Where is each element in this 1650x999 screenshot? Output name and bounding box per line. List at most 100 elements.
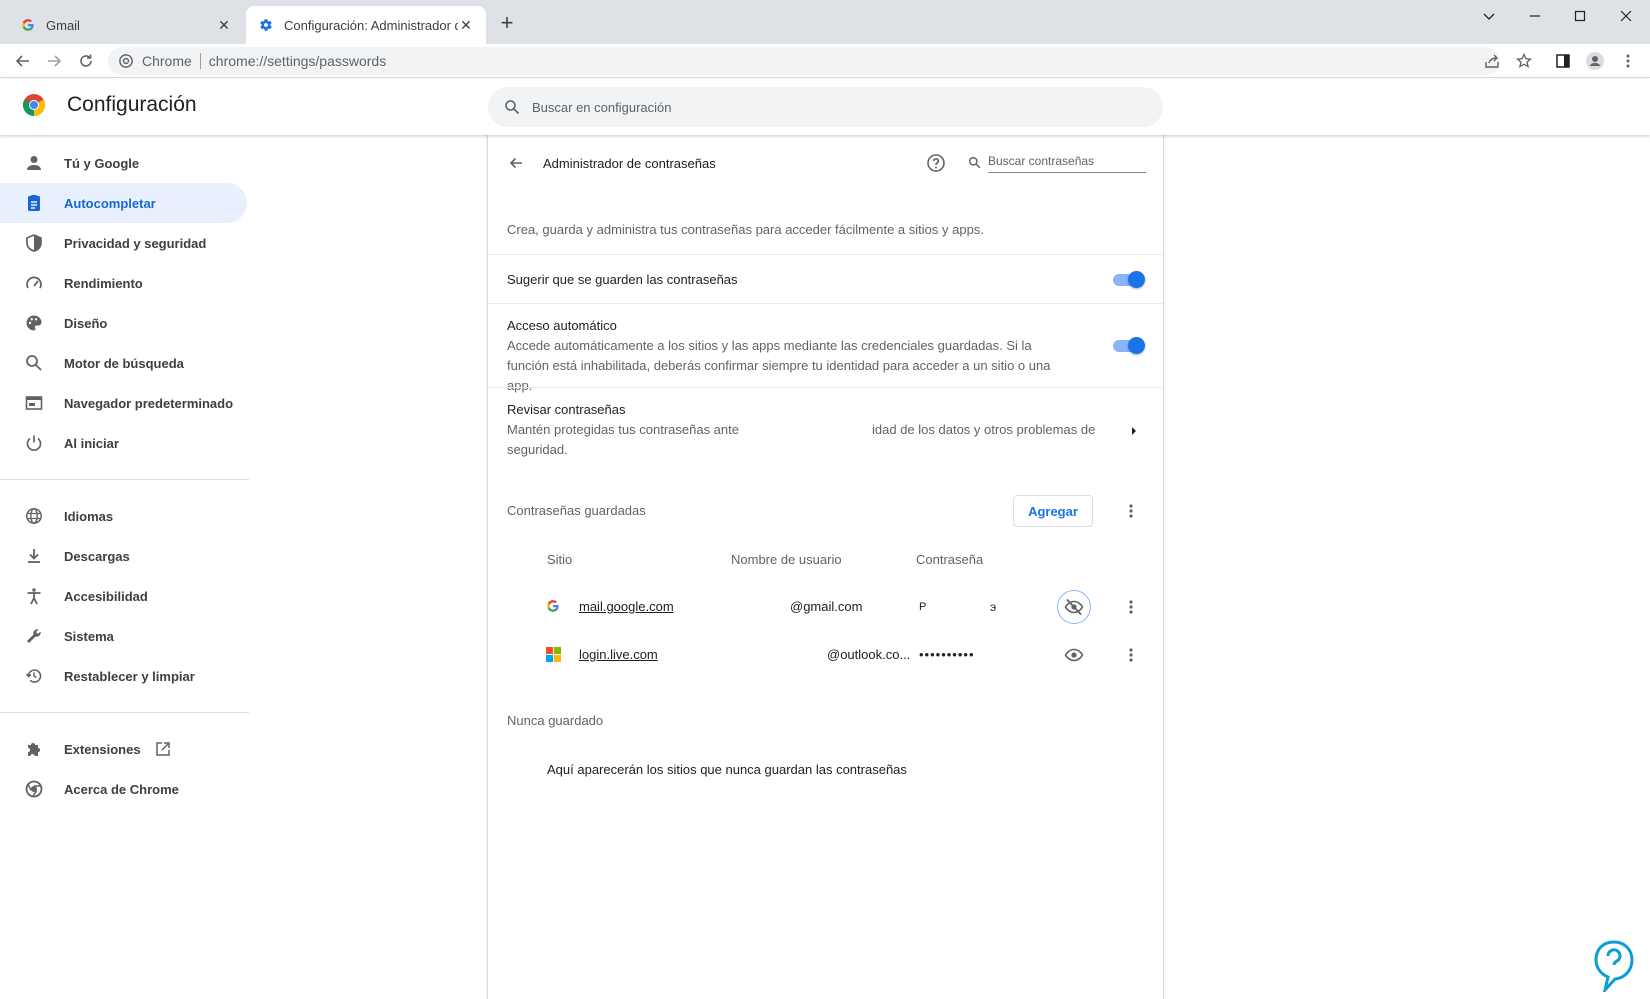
minimize-icon[interactable] [1512,6,1558,26]
password-row[interactable]: login.live.com @outlook.co... •••••••••• [488,635,1163,675]
tab-title: Gmail [46,17,80,33]
toolbar: Chrome chrome://settings/passwords [0,44,1650,78]
divider [0,712,249,713]
page-title: Configuración [67,93,197,116]
divider [488,387,1163,388]
sidebar-item-label: Navegador predeterminado [64,395,234,411]
side-panel-icon[interactable] [1551,49,1575,73]
profile-avatar-icon[interactable] [1583,49,1607,73]
row-more-options-icon[interactable] [1121,595,1141,619]
back-icon[interactable] [11,49,35,73]
column-header-site: Sitio [547,552,573,567]
close-window-icon[interactable] [1603,6,1649,26]
setting-label: Acceso automático [507,318,617,333]
toggle-knob [1128,271,1145,288]
wrench-icon [24,626,44,646]
tab-title: Configuración: Administrador de contrase… [284,17,458,33]
chrome-icon [24,779,44,799]
forward-icon[interactable] [42,49,66,73]
sidebar-item-extensions[interactable]: Extensiones [0,729,250,769]
sidebar-item-accessibility[interactable]: Accesibilidad [0,576,250,616]
column-header-password: Contraseña [916,552,984,567]
search-icon [966,154,982,170]
google-icon [546,599,562,615]
open-in-new-icon [153,739,173,759]
sidebar-item-label: Extensiones [64,741,141,757]
tab-search-icon[interactable] [1466,6,1512,26]
palette-icon [24,313,44,333]
divider [0,479,249,480]
tab-strip: Gmail ✕ Configuración: Administrador de … [0,0,1650,44]
close-tab-icon[interactable]: ✕ [458,17,474,33]
username-text: @gmail.com [790,599,863,614]
sidebar-item-languages[interactable]: Idiomas [0,496,250,536]
sidebar-item-label: Privacidad y seguridad [64,235,207,251]
password-row[interactable]: mail.google.com @gmail.com P э [488,587,1163,627]
setting-label: Sugerir que se guarden las contraseñas [507,272,738,287]
sidebar-item-label: Idiomas [64,508,114,524]
sublabel-part: seguridad. [507,442,568,457]
new-tab-icon[interactable]: + [497,12,517,34]
more-options-icon[interactable] [1121,499,1141,523]
sidebar-item-default-browser[interactable]: Navegador predeterminado [0,383,250,423]
offer-to-save-toggle[interactable] [1113,271,1145,288]
never-saved-title: Nunca guardado [507,713,604,728]
google-icon [20,17,36,33]
site-link[interactable]: mail.google.com [579,599,674,614]
sidebar-item-label: Rendimiento [64,275,143,291]
password-search-input[interactable]: Buscar contraseñas [966,148,1146,176]
address-bar[interactable]: Chrome chrome://settings/passwords [108,47,1500,75]
sidebar-item-system[interactable]: Sistema [0,616,250,656]
settings-search-input[interactable]: Buscar en configuración [488,87,1163,127]
sidebar-item-autofill[interactable]: Autocompletar [0,183,247,223]
sidebar-item-appearance[interactable]: Diseño [0,303,250,343]
back-arrow-icon[interactable] [506,153,526,173]
puzzle-icon [24,739,44,759]
search-placeholder: Buscar contraseñas [988,151,1146,173]
password-text: •••••••••• [919,647,975,662]
gear-icon [258,17,274,33]
person-icon [24,153,44,173]
bookmark-star-icon[interactable] [1512,49,1536,73]
divider [199,53,201,69]
tab-settings[interactable]: Configuración: Administrador de contrase… [246,6,486,44]
power-icon [24,433,44,453]
sidebar-item-reset[interactable]: Restablecer y limpiar [0,656,250,696]
search-placeholder: Buscar en configuración [532,99,672,115]
sidebar-item-about-chrome[interactable]: Acerca de Chrome [0,769,250,809]
microsoft-icon [546,647,562,663]
more-menu-icon[interactable] [1616,49,1640,73]
row-more-options-icon[interactable] [1121,643,1141,667]
sidebar-item-label: Descargas [64,548,130,564]
help-icon[interactable] [925,152,947,174]
chevron-right-icon[interactable] [1128,425,1140,437]
watermark-logo [1592,940,1636,996]
share-icon[interactable] [1480,49,1504,73]
tab-gmail[interactable]: Gmail ✕ [8,6,244,44]
sidebar-item-privacy[interactable]: Privacidad y seguridad [0,223,250,263]
check-passwords-row[interactable]: Revisar contraseñas Mantén protegidas tu… [507,402,1107,460]
show-password-icon[interactable] [1057,638,1091,672]
add-password-button[interactable]: Agregar [1013,495,1093,527]
sidebar-item-downloads[interactable]: Descargas [0,536,250,576]
maximize-icon[interactable] [1557,6,1603,26]
setting-label: Revisar contraseñas [507,402,626,417]
sidebar-item-search-engine[interactable]: Motor de búsqueda [0,343,250,383]
site-link[interactable]: login.live.com [579,647,658,662]
column-header-username: Nombre de usuario [731,552,842,567]
never-saved-empty-text: Aquí aparecerán los sitios que nunca gua… [547,762,907,777]
reload-icon[interactable] [74,49,98,73]
sidebar-item-performance[interactable]: Rendimiento [0,263,250,303]
search-icon [24,353,44,373]
speedometer-icon [24,273,44,293]
sidebar-item-on-startup[interactable]: Al iniciar [0,423,250,463]
sidebar-item-you-and-google[interactable]: Tú y Google [0,143,250,183]
sidebar-item-label: Restablecer y limpiar [64,668,195,684]
hide-password-icon[interactable] [1057,590,1091,624]
chrome-icon [118,53,134,69]
password-manager-card: Administrador de contraseñas Buscar cont… [487,135,1164,999]
auto-signin-toggle[interactable] [1113,337,1145,354]
close-tab-icon[interactable]: ✕ [216,17,232,33]
site-chip: Chrome [142,53,192,69]
offer-to-save-setting: Sugerir que se guarden las contraseñas [507,272,738,287]
